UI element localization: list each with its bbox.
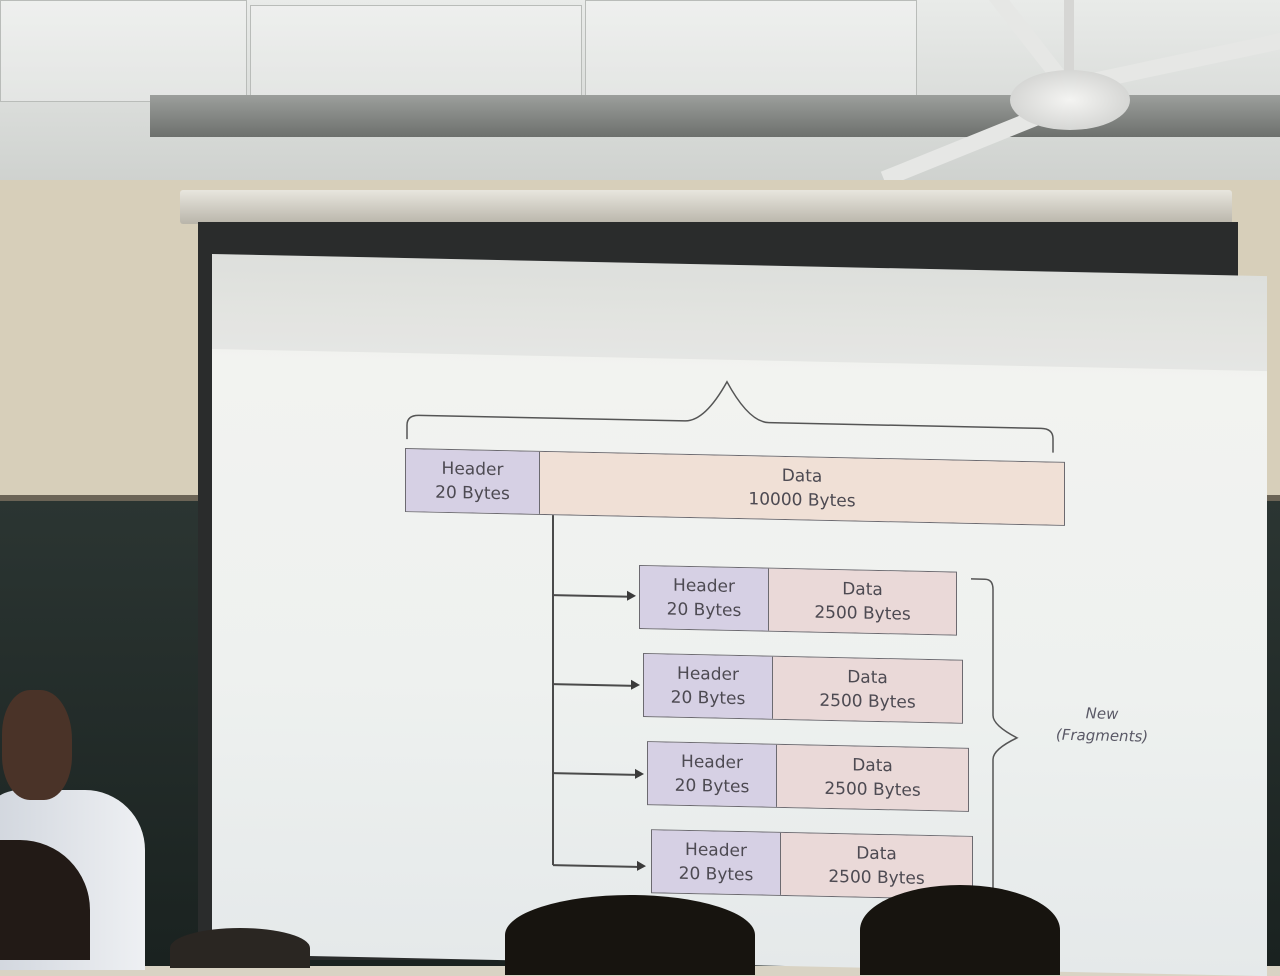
original-data-cell: Data 10000 Bytes [540, 451, 1064, 525]
ceiling-panel [0, 0, 247, 102]
header-label: Header [673, 575, 735, 597]
projected-slide: Header 20 Bytes Data 10000 Bytes Header … [212, 254, 1267, 976]
fragment-header-cell: Header 20 Bytes [652, 830, 781, 895]
data-label: Data [856, 843, 897, 865]
data-size: 10000 Bytes [748, 489, 856, 512]
fragment-header-cell: Header 20 Bytes [648, 742, 777, 807]
fragment-connector-line [552, 515, 554, 866]
arrow-head-icon [627, 590, 636, 601]
fragments-label: New (Fragments) [1047, 701, 1157, 747]
audience-head [170, 928, 310, 968]
arrow-head-icon [631, 679, 640, 690]
data-size: 2500 Bytes [814, 602, 911, 625]
projector-screen-case [180, 190, 1232, 224]
fragment-packet: Header 20 Bytes Data 2500 Bytes [643, 653, 963, 724]
data-size: 2500 Bytes [828, 866, 925, 889]
arrow-head-icon [635, 768, 644, 780]
header-label: Header [681, 751, 743, 774]
audience-head [860, 885, 1060, 975]
data-label: Data [842, 579, 883, 601]
ceiling-fan-icon [1010, 70, 1130, 130]
top-curly-brace [406, 380, 1054, 453]
data-label: Data [852, 755, 893, 777]
fragments-curly-brace [971, 578, 1019, 902]
header-size: 20 Bytes [674, 775, 750, 798]
ceiling-panel [250, 5, 582, 107]
fragment-packet: Header 20 Bytes Data 2500 Bytes [647, 741, 969, 812]
header-size: 20 Bytes [678, 863, 754, 886]
header-size: 20 Bytes [666, 599, 742, 622]
fragment-data-cell: Data 2500 Bytes [769, 568, 956, 635]
fragment-arrow [553, 772, 639, 776]
fan-rod [1064, 0, 1074, 72]
header-label: Header [441, 458, 504, 481]
data-label: Data [781, 465, 823, 487]
lecturer-head [2, 690, 72, 800]
fragment-data-cell: Data 2500 Bytes [777, 744, 968, 811]
ceiling-panel [585, 0, 917, 102]
fragments-label-line1: New [1085, 704, 1119, 723]
original-header-cell: Header 20 Bytes [406, 449, 540, 514]
ceiling [0, 0, 1280, 187]
fragment-arrow [553, 594, 631, 598]
header-size: 20 Bytes [435, 482, 510, 505]
data-size: 2500 Bytes [819, 690, 916, 713]
fragment-header-cell: Header 20 Bytes [640, 565, 769, 631]
header-size: 20 Bytes [670, 687, 746, 710]
header-label: Header [685, 839, 747, 862]
arrow-head-icon [637, 860, 646, 872]
audience-head [505, 895, 755, 975]
fragment-arrow [553, 864, 639, 868]
header-label: Header [677, 663, 739, 686]
fragment-header-cell: Header 20 Bytes [644, 654, 773, 719]
fragments-label-line2: (Fragments) [1055, 725, 1149, 746]
fragment-packet: Header 20 Bytes Data 2500 Bytes [639, 564, 957, 636]
original-packet: Header 20 Bytes Data 10000 Bytes [405, 448, 1065, 526]
data-label: Data [847, 667, 888, 689]
data-size: 2500 Bytes [824, 778, 921, 801]
fragment-arrow [553, 683, 635, 687]
fragment-data-cell: Data 2500 Bytes [773, 656, 962, 723]
